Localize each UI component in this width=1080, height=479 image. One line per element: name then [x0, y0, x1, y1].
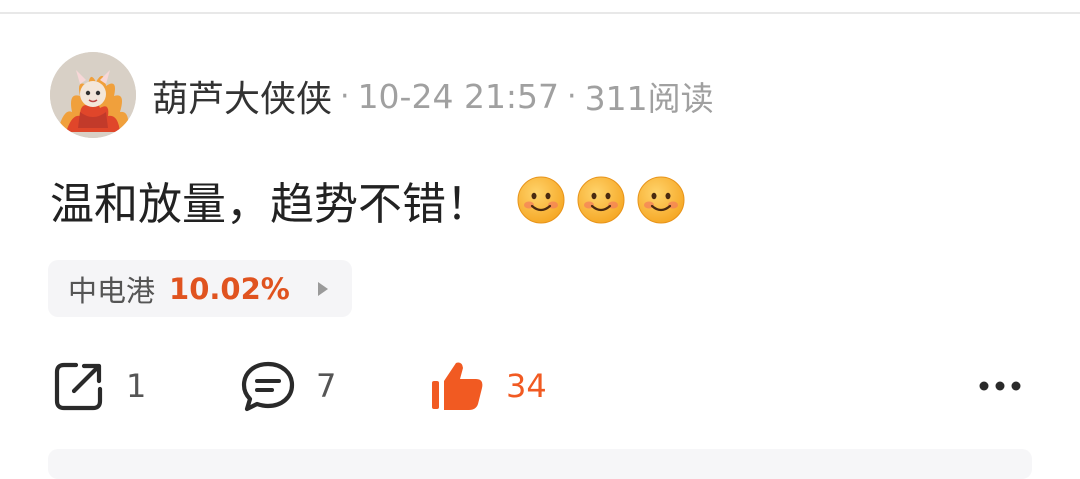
chevron-right-icon — [317, 281, 328, 296]
thumbs-up-icon — [432, 362, 483, 410]
post-body[interactable]: 温和放量，趋势不错！ — [50, 170, 696, 230]
more-button[interactable] — [976, 372, 1024, 400]
stock-tag[interactable]: 中电港 10.02% — [48, 260, 352, 317]
stock-name: 中电港 — [68, 273, 156, 308]
comment-button[interactable]: 7 — [240, 358, 336, 414]
comment-count: 7 — [316, 367, 337, 405]
read-count: 311阅读 — [584, 79, 714, 118]
top-divider — [0, 12, 1080, 14]
post-time: 10-24 21:57 — [357, 76, 560, 116]
smiling-emoji-icon — [577, 176, 625, 224]
share-icon — [54, 362, 103, 411]
post-text: 温和放量，趋势不错！ — [50, 179, 490, 230]
more-dots-icon — [979, 381, 1021, 391]
share-count: 1 — [126, 367, 147, 405]
smiling-emoji-icon — [517, 176, 565, 224]
smiling-emoji-icon — [637, 176, 685, 224]
post-meta: 葫芦大侠侠 · 10-24 21:57 · 311阅读 — [152, 70, 714, 122]
emoji-row — [516, 175, 696, 225]
meta-separator: · — [567, 78, 577, 114]
like-count: 34 — [506, 367, 547, 405]
meta-separator: · — [340, 78, 350, 114]
share-button[interactable]: 1 — [52, 358, 146, 414]
author-name[interactable]: 葫芦大侠侠 — [152, 70, 332, 122]
next-card-preview — [48, 449, 1032, 479]
avatar[interactable] — [50, 52, 136, 138]
like-button[interactable]: 34 — [430, 358, 547, 414]
comment-icon — [241, 361, 295, 412]
stock-change: 10.02% — [169, 271, 290, 306]
